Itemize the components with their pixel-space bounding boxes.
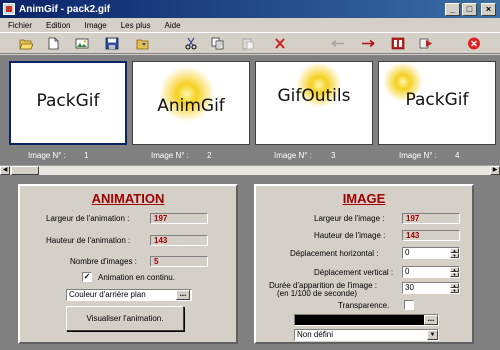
title-bar: AnimGif - pack2.gif _ □ ×	[0, 0, 500, 18]
app-icon	[3, 3, 15, 15]
menu-bar: Fichier Edition Image Les plus Aide	[0, 18, 500, 32]
image-count-value: 5	[150, 256, 208, 267]
copy-icon[interactable]	[210, 36, 226, 51]
loop-checkbox[interactable]: ✓	[82, 272, 92, 282]
image-icon[interactable]	[74, 36, 90, 51]
animation-title: ANIMATION	[91, 191, 165, 206]
vertical-shift-stepper[interactable]: 0 ▲ ▼	[402, 266, 460, 278]
chevron-down-icon[interactable]: ▼	[427, 330, 438, 340]
background-color-picker-button[interactable]: ...	[176, 290, 190, 300]
animation-panel: ANIMATION Largeur de l'animation : 197 H…	[18, 184, 238, 344]
properties-area: ANIMATION Largeur de l'animation : 197 H…	[0, 175, 500, 350]
transparency-color-picker-button[interactable]: ...	[424, 315, 438, 325]
horizontal-scrollbar[interactable]: ◀ ▶	[0, 165, 500, 175]
cut-icon[interactable]	[183, 36, 199, 51]
disposal-dropdown[interactable]: Non défini ▼	[294, 329, 439, 341]
toolbar	[0, 32, 500, 54]
duration-stepper[interactable]: 30 ▲ ▼	[402, 282, 460, 294]
open-folder-2-icon[interactable]	[135, 36, 151, 51]
arrow-left-icon[interactable]	[330, 36, 346, 51]
vertical-shift-value: 0	[405, 267, 410, 276]
horizontal-shift-label: Déplacement horizontal :	[290, 249, 379, 258]
save-icon[interactable]	[104, 36, 120, 51]
animation-width-value: 197	[150, 213, 208, 224]
transparency-label: Transparence.	[338, 301, 390, 310]
thumbnail-text: PackGif	[36, 91, 100, 111]
delete-icon[interactable]	[272, 36, 288, 51]
thumbnail-caption-number: 4	[455, 151, 460, 160]
disposal-value: Non défini	[297, 330, 334, 339]
scroll-left-icon[interactable]: ◀	[0, 166, 10, 175]
image-panel: IMAGE Largeur de l'image : 197 Hauteur d…	[254, 184, 474, 344]
thumbnail-text: AnimGif	[157, 96, 225, 116]
arrow-right-icon[interactable]	[360, 36, 376, 51]
thumbnail-1[interactable]: PackGif	[9, 61, 127, 145]
thumbnail-3[interactable]: GifOutils	[255, 61, 373, 145]
frames-icon[interactable]	[390, 36, 406, 51]
transparency-color-field[interactable]	[294, 314, 439, 326]
horizontal-shift-stepper[interactable]: 0 ▲ ▼	[402, 247, 460, 259]
thumbnail-caption-number: 2	[207, 151, 212, 160]
stepper-buttons[interactable]: ▲ ▼	[450, 283, 459, 293]
window-title: AnimGif - pack2.gif	[19, 3, 111, 15]
menu-fichier[interactable]: Fichier	[0, 21, 39, 30]
duration-unit-label: (en 1/100 de seconde)	[277, 289, 358, 298]
open-folder-icon[interactable]	[18, 36, 34, 51]
menu-image[interactable]: Image	[77, 21, 113, 30]
scroll-right-icon[interactable]: ▶	[490, 166, 500, 175]
stop-icon[interactable]	[466, 36, 482, 51]
animation-height-label: Hauteur de l'animation :	[46, 236, 131, 245]
thumbnail-caption-number: 3	[331, 151, 336, 160]
paste-icon[interactable]	[240, 36, 256, 51]
image-width-value: 197	[402, 213, 460, 224]
image-count-label: Nombre d'images :	[70, 257, 137, 266]
menu-les-plus[interactable]: Les plus	[114, 21, 158, 30]
thumbnail-caption-label: Image N° :	[151, 151, 189, 160]
image-height-value: 143	[402, 230, 460, 241]
image-height-label: Hauteur de l'image :	[314, 231, 386, 240]
play-icon[interactable]	[418, 36, 434, 51]
thumbnail-caption-label: Image N° :	[274, 151, 312, 160]
image-title: IMAGE	[342, 191, 386, 206]
stepper-buttons[interactable]: ▲ ▼	[450, 248, 459, 258]
animation-width-label: Largeur de l'animation :	[46, 214, 130, 223]
thumbnail-2[interactable]: AnimGif	[132, 61, 250, 145]
horizontal-shift-value: 0	[405, 248, 410, 257]
scrollbar-thumb[interactable]	[11, 166, 39, 175]
thumbnail-text: PackGif	[405, 90, 469, 110]
maximize-button[interactable]: □	[462, 2, 477, 16]
vertical-shift-label: Déplacement vertical :	[314, 268, 394, 277]
thumbnail-caption-label: Image N° :	[28, 151, 66, 160]
menu-aide[interactable]: Aide	[158, 21, 188, 30]
loop-label: Animation en continu.	[98, 273, 175, 282]
stepper-buttons[interactable]: ▲ ▼	[450, 267, 459, 277]
image-strip: PackGif AnimGif GifOutils PackGif Image …	[0, 55, 500, 175]
image-width-label: Largeur de l'image :	[314, 214, 385, 223]
close-button[interactable]: ×	[481, 2, 496, 16]
animation-height-value: 143	[150, 235, 208, 246]
background-color-field[interactable]: Couleur d'arrière plan	[66, 289, 192, 301]
thumbnail-4[interactable]: PackGif	[378, 61, 496, 145]
transparency-checkbox[interactable]	[404, 300, 414, 310]
thumbnail-caption-label: Image N° :	[399, 151, 437, 160]
duration-value: 30	[405, 283, 414, 292]
preview-animation-button[interactable]: Visualiser l'animation.	[66, 306, 184, 331]
menu-edition[interactable]: Edition	[39, 21, 77, 30]
thumbnail-text: GifOutils	[277, 86, 351, 106]
thumbnail-caption-number: 1	[84, 151, 89, 160]
minimize-button[interactable]: _	[445, 2, 460, 16]
new-file-icon[interactable]	[45, 36, 61, 51]
